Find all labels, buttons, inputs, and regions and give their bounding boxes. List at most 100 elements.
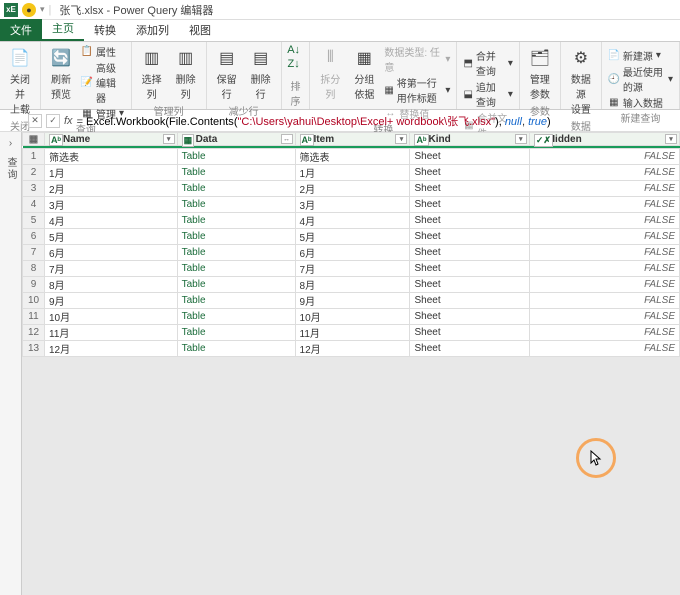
new-source-button[interactable]: 📄新建源 ▾	[608, 48, 673, 63]
cell-hidden[interactable]: FALSE	[529, 325, 679, 341]
headers-button[interactable]: ▦将第一行用作标题 ▾	[384, 75, 450, 105]
cell-kind[interactable]: Sheet	[410, 229, 529, 245]
col-header-data[interactable]: ▦Data↔	[177, 133, 295, 146]
expand-chevron-icon[interactable]: ›	[9, 138, 12, 149]
cell-kind[interactable]: Sheet	[410, 213, 529, 229]
cell-item[interactable]: 6月	[295, 245, 410, 261]
tab-add-column[interactable]: 添加列	[126, 19, 179, 41]
row-number[interactable]: 9	[23, 277, 45, 293]
cancel-formula-icon[interactable]: ✕	[28, 114, 42, 128]
refresh-button[interactable]: 🔄 刷新 预览	[47, 44, 75, 103]
col-header-item[interactable]: AᵇItem▾	[295, 133, 410, 146]
cell-hidden[interactable]: FALSE	[529, 277, 679, 293]
cell-hidden[interactable]: FALSE	[529, 309, 679, 325]
cell-kind[interactable]: Sheet	[410, 325, 529, 341]
table-row[interactable]: 2 1月 Table 1月 Sheet FALSE	[23, 165, 680, 181]
enter-data-button[interactable]: ▦输入数据	[608, 95, 673, 110]
row-number[interactable]: 7	[23, 245, 45, 261]
sort-desc-icon[interactable]: Z↓	[288, 58, 300, 70]
save-icon[interactable]: ●	[22, 3, 36, 17]
cell-hidden[interactable]: FALSE	[529, 261, 679, 277]
recent-source-button[interactable]: 🕘最近使用的源 ▾	[608, 64, 673, 94]
tab-home[interactable]: 主页	[42, 17, 84, 41]
table-row[interactable]: 13 12月 Table 12月 Sheet FALSE	[23, 341, 680, 357]
cell-name[interactable]: 4月	[45, 213, 178, 229]
expand-icon[interactable]: ↔	[281, 134, 293, 144]
cell-name[interactable]: 3月	[45, 197, 178, 213]
tab-view[interactable]: 视图	[179, 19, 221, 41]
cell-hidden[interactable]: FALSE	[529, 181, 679, 197]
cell-data[interactable]: Table	[177, 277, 295, 293]
filter-dropdown-icon[interactable]: ▾	[515, 134, 527, 144]
cell-kind[interactable]: Sheet	[410, 165, 529, 181]
col-header-kind[interactable]: AᵇKind▾	[410, 133, 529, 146]
cell-hidden[interactable]: FALSE	[529, 149, 679, 165]
cell-hidden[interactable]: FALSE	[529, 229, 679, 245]
cell-kind[interactable]: Sheet	[410, 261, 529, 277]
table-row[interactable]: 7 6月 Table 6月 Sheet FALSE	[23, 245, 680, 261]
cell-name[interactable]: 筛选表	[45, 149, 178, 165]
table-row[interactable]: 6 5月 Table 5月 Sheet FALSE	[23, 229, 680, 245]
cell-kind[interactable]: Sheet	[410, 149, 529, 165]
cell-data[interactable]: Table	[177, 165, 295, 181]
close-load-button[interactable]: 📄 关闭并 上载	[6, 44, 34, 118]
cell-data[interactable]: Table	[177, 245, 295, 261]
advanced-editor-button[interactable]: 📝高级编辑器	[81, 60, 125, 105]
col-header-name[interactable]: AᵇName▾	[45, 133, 178, 146]
append-button[interactable]: ⬓追加查询 ▾	[463, 79, 512, 109]
table-row[interactable]: 4 3月 Table 3月 Sheet FALSE	[23, 197, 680, 213]
cell-item[interactable]: 11月	[295, 325, 410, 341]
cell-kind[interactable]: Sheet	[410, 181, 529, 197]
cell-item[interactable]: 5月	[295, 229, 410, 245]
table-row[interactable]: 3 2月 Table 2月 Sheet FALSE	[23, 181, 680, 197]
cell-kind[interactable]: Sheet	[410, 245, 529, 261]
remove-cols-button[interactable]: ▥删除 列	[172, 44, 200, 103]
cell-name[interactable]: 7月	[45, 261, 178, 277]
cell-item[interactable]: 1月	[295, 165, 410, 181]
cell-data[interactable]: Table	[177, 341, 295, 357]
cell-data[interactable]: Table	[177, 229, 295, 245]
col-header-hidden[interactable]: ✓✗Hidden▾	[529, 133, 679, 146]
cell-hidden[interactable]: FALSE	[529, 165, 679, 181]
cell-kind[interactable]: Sheet	[410, 309, 529, 325]
cell-hidden[interactable]: FALSE	[529, 341, 679, 357]
table-row[interactable]: 9 8月 Table 8月 Sheet FALSE	[23, 277, 680, 293]
row-number[interactable]: 2	[23, 165, 45, 181]
filter-dropdown-icon[interactable]: ▾	[665, 134, 677, 144]
tab-transform[interactable]: 转换	[84, 19, 126, 41]
cell-data[interactable]: Table	[177, 261, 295, 277]
cell-hidden[interactable]: FALSE	[529, 213, 679, 229]
cell-name[interactable]: 1月	[45, 165, 178, 181]
select-all[interactable]: ▦	[23, 133, 45, 146]
filter-dropdown-icon[interactable]: ▾	[395, 134, 407, 144]
qat-dropdown-icon[interactable]: ▾	[40, 4, 45, 15]
table-row[interactable]: 8 7月 Table 7月 Sheet FALSE	[23, 261, 680, 277]
cell-kind[interactable]: Sheet	[410, 341, 529, 357]
row-number[interactable]: 5	[23, 213, 45, 229]
cell-name[interactable]: 11月	[45, 325, 178, 341]
cell-name[interactable]: 12月	[45, 341, 178, 357]
keep-rows-button[interactable]: ▤保留 行	[213, 44, 241, 103]
fx-icon[interactable]: fx	[64, 115, 73, 127]
row-number[interactable]: 3	[23, 181, 45, 197]
cell-item[interactable]: 2月	[295, 181, 410, 197]
cell-item[interactable]: 3月	[295, 197, 410, 213]
cell-name[interactable]: 2月	[45, 181, 178, 197]
cell-item[interactable]: 10月	[295, 309, 410, 325]
remove-rows-button[interactable]: ▤删除 行	[247, 44, 275, 103]
formula-text[interactable]: = Excel.Workbook(File.Contents("C:\Users…	[77, 113, 551, 129]
row-number[interactable]: 4	[23, 197, 45, 213]
filter-dropdown-icon[interactable]: ▾	[163, 134, 175, 144]
cell-item[interactable]: 筛选表	[295, 149, 410, 165]
row-number[interactable]: 11	[23, 309, 45, 325]
cell-name[interactable]: 10月	[45, 309, 178, 325]
cell-hidden[interactable]: FALSE	[529, 293, 679, 309]
table-row[interactable]: 12 11月 Table 11月 Sheet FALSE	[23, 325, 680, 341]
properties-button[interactable]: 📋属性	[81, 44, 125, 59]
row-number[interactable]: 12	[23, 325, 45, 341]
cell-name[interactable]: 6月	[45, 245, 178, 261]
cell-item[interactable]: 8月	[295, 277, 410, 293]
cell-item[interactable]: 7月	[295, 261, 410, 277]
ds-settings-button[interactable]: ⚙数据源 设置	[567, 44, 595, 118]
table-row[interactable]: 5 4月 Table 4月 Sheet FALSE	[23, 213, 680, 229]
